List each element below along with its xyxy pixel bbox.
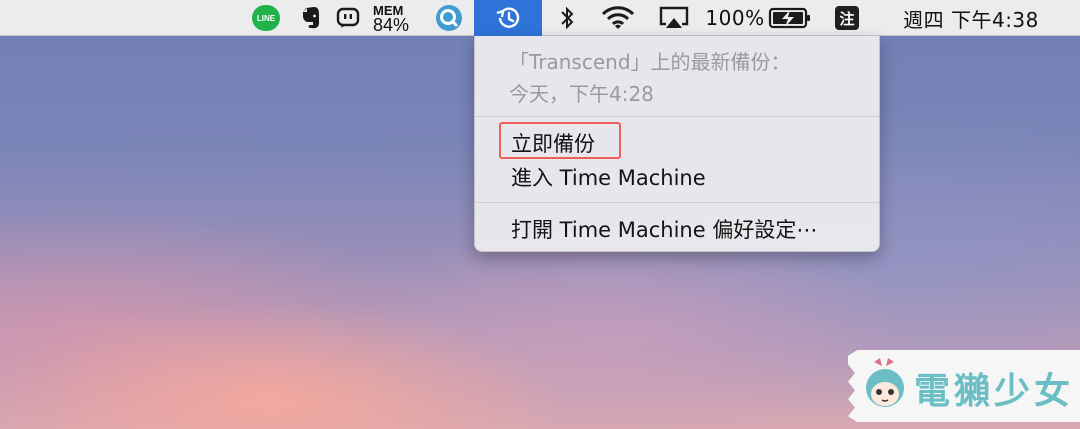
enter-time-machine-item[interactable]: 進入 Time Machine [511, 162, 706, 192]
battery-percent-label: 100% [705, 6, 765, 30]
memory-monitor[interactable]: MEM 84% [368, 0, 414, 36]
menu-separator [475, 116, 879, 117]
time-machine-menu[interactable] [474, 0, 542, 36]
watermark: 電獺少女 [848, 350, 1080, 422]
wifi-icon[interactable] [598, 0, 638, 36]
menu-separator [475, 202, 879, 203]
search-app-icon[interactable] [432, 0, 466, 36]
watermark-text: 電獺少女 [914, 371, 1075, 412]
evernote-icon[interactable] [296, 0, 326, 36]
time-machine-dropdown: 「Transcend」上的最新備份： 今天，下午4:28 立即備份 進入 Tim… [474, 36, 880, 252]
battery-icon[interactable] [766, 0, 814, 36]
open-preferences-item[interactable]: 打開 Time Machine 偏好設定⋯ [511, 214, 817, 244]
mascot-logo [866, 358, 904, 407]
input-method-menu[interactable]: 注 [832, 0, 862, 36]
line-icon: LINE [252, 5, 280, 31]
mem-value: 84% [372, 15, 410, 35]
line-app-icon[interactable]: LINE [250, 0, 282, 36]
latest-backup-time: 今天，下午4:28 [509, 82, 654, 106]
latest-backup-source: 「Transcend」上的最新備份： [509, 50, 791, 74]
input-method-icon: 注 [835, 6, 859, 30]
menu-bar: LINE MEM 84% 100% 注 週四 下午4:38 [0, 0, 1080, 36]
chat-app-icon[interactable] [333, 0, 363, 36]
backup-now-item[interactable]: 立即備份 [511, 128, 595, 158]
battery-percent[interactable]: 100% [705, 0, 765, 36]
bluetooth-icon[interactable] [554, 0, 580, 36]
clock-label: 週四 下午4:38 [903, 7, 1039, 32]
airplay-icon[interactable] [654, 0, 694, 36]
time-machine-icon [496, 7, 520, 28]
menubar-clock[interactable]: 週四 下午4:38 [886, 0, 1056, 36]
